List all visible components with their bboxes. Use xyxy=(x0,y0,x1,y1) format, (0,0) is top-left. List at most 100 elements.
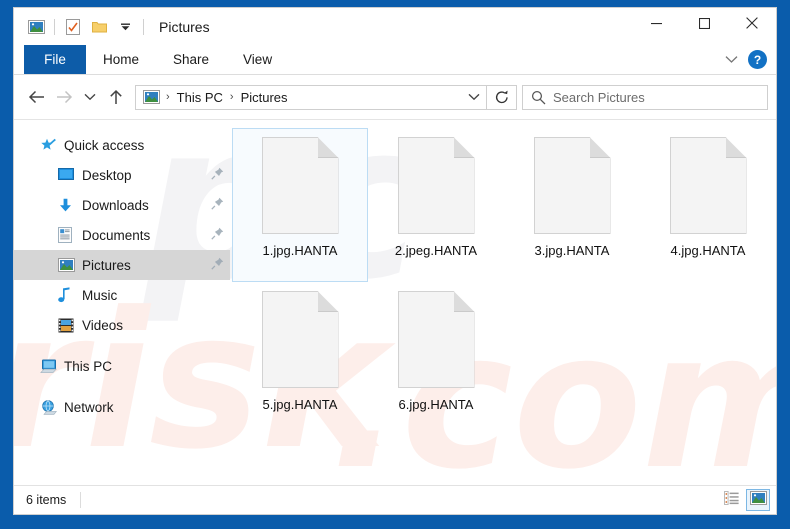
pin-icon[interactable] xyxy=(211,227,224,243)
maximize-button[interactable] xyxy=(680,8,728,38)
view-mode-buttons xyxy=(719,489,770,511)
sidebar-label-documents: Documents xyxy=(82,227,151,243)
sidebar-label-quick-access: Quick access xyxy=(64,137,145,153)
expand-ribbon-chevron-down-icon[interactable] xyxy=(720,49,742,71)
file-item[interactable]: 6.jpg.HANTA xyxy=(368,282,504,436)
sidebar-gap-2 xyxy=(14,381,230,392)
network-icon xyxy=(40,399,62,415)
address-dropdown-chevron-down-icon[interactable] xyxy=(462,93,486,101)
file-item[interactable]: 1.jpg.HANTA xyxy=(232,128,368,282)
details-view-button[interactable] xyxy=(719,489,743,511)
status-bar: 6 items xyxy=(14,485,776,514)
desktop-icon xyxy=(58,168,80,182)
pictures-icon xyxy=(58,258,80,272)
breadcrumb-separator-1[interactable]: › xyxy=(164,91,172,103)
file-item[interactable]: 4.jpg.HANTA xyxy=(640,128,776,282)
file-list-view[interactable]: 1.jpg.HANTA 2.jpeg.HANTA 3.jpg.HANTA 4.j… xyxy=(230,120,776,485)
sidebar-label-network: Network xyxy=(64,399,114,415)
explorer-body: pc risk .com Quick access xyxy=(14,119,776,485)
sidebar-gap-1 xyxy=(14,340,230,351)
sidebar-label-pictures: Pictures xyxy=(82,257,131,273)
sidebar-label-videos: Videos xyxy=(82,317,124,333)
music-icon xyxy=(58,287,80,303)
this-pc-icon xyxy=(40,359,62,374)
breadcrumb: › This PC › Pictures xyxy=(136,89,462,106)
sidebar-item-quick-access[interactable]: Quick access xyxy=(14,130,230,160)
sidebar-item-videos[interactable]: Videos xyxy=(14,310,230,340)
breadcrumb-separator-2[interactable]: › xyxy=(228,91,236,103)
properties-icon[interactable] xyxy=(60,15,86,39)
blank-document-icon xyxy=(397,291,475,388)
window-title: Pictures xyxy=(159,18,210,35)
qat-divider xyxy=(54,18,55,35)
file-name: 5.jpg.HANTA xyxy=(262,397,338,412)
sidebar-label-desktop: Desktop xyxy=(82,167,132,183)
pictures-folder-icon[interactable] xyxy=(23,15,49,39)
file-item[interactable]: 2.jpeg.HANTA xyxy=(368,128,504,282)
window-controls xyxy=(632,8,776,45)
file-grid: 1.jpg.HANTA 2.jpeg.HANTA 3.jpg.HANTA 4.j… xyxy=(232,128,776,436)
sidebar-item-documents[interactable]: Documents xyxy=(14,220,230,250)
pin-icon[interactable] xyxy=(211,197,224,213)
breadcrumb-pictures-folder-icon[interactable] xyxy=(141,90,163,104)
address-bar[interactable]: › This PC › Pictures xyxy=(135,84,487,110)
sidebar-item-downloads[interactable]: Downloads xyxy=(14,190,230,220)
address-bar-row: › This PC › Pictures Search Pictures xyxy=(14,75,776,119)
documents-icon xyxy=(58,227,80,243)
blank-document-icon xyxy=(261,137,339,234)
blank-document-icon xyxy=(397,137,475,234)
file-name: 1.jpg.HANTA xyxy=(262,243,338,258)
forward-button[interactable] xyxy=(50,82,78,112)
file-item[interactable]: 5.jpg.HANTA xyxy=(232,282,368,436)
recent-locations-chevron-down-icon[interactable] xyxy=(78,82,102,112)
file-name: 3.jpg.HANTA xyxy=(534,243,610,258)
sidebar-item-network[interactable]: Network xyxy=(14,392,230,422)
qat-title-divider xyxy=(143,18,144,35)
new-folder-icon[interactable] xyxy=(86,15,112,39)
breadcrumb-item-pictures[interactable]: Pictures xyxy=(237,89,292,106)
videos-icon xyxy=(58,318,80,333)
large-icons-view-icon xyxy=(749,490,767,510)
tab-view[interactable]: View xyxy=(226,45,289,74)
tab-file[interactable]: File xyxy=(24,45,86,74)
back-button[interactable] xyxy=(22,82,50,112)
search-input[interactable]: Search Pictures xyxy=(553,90,645,105)
details-view-icon xyxy=(723,490,739,510)
ribbon-right-controls: ? xyxy=(720,45,776,74)
title-bar: Pictures xyxy=(14,8,776,45)
blank-document-icon xyxy=(261,291,339,388)
breadcrumb-item-this-pc[interactable]: This PC xyxy=(173,89,227,106)
sidebar-label-downloads: Downloads xyxy=(82,197,149,213)
close-button[interactable] xyxy=(728,8,776,38)
tab-home[interactable]: Home xyxy=(86,45,156,74)
ribbon-tabs: File Home Share View ? xyxy=(14,45,776,75)
large-icons-view-button[interactable] xyxy=(746,489,770,511)
file-name: 4.jpg.HANTA xyxy=(670,243,746,258)
sidebar-item-music[interactable]: Music xyxy=(14,280,230,310)
sidebar-item-desktop[interactable]: Desktop xyxy=(14,160,230,190)
sidebar-item-pictures[interactable]: Pictures xyxy=(14,250,230,280)
quick-access-toolbar xyxy=(14,15,149,39)
sidebar-label-this-pc: This PC xyxy=(64,358,113,374)
item-count-label: 6 items xyxy=(26,493,67,507)
minimize-button[interactable] xyxy=(632,8,680,38)
explorer-window: Pictures File Home Share View ? › This P… xyxy=(13,7,777,515)
file-item[interactable]: 3.jpg.HANTA xyxy=(504,128,640,282)
tab-share[interactable]: Share xyxy=(156,45,226,74)
pin-icon[interactable] xyxy=(211,167,224,183)
search-icon xyxy=(523,90,553,105)
search-box[interactable]: Search Pictures xyxy=(522,84,768,110)
pin-icon[interactable] xyxy=(211,257,224,273)
star-pin-icon xyxy=(40,138,62,153)
blank-document-icon xyxy=(533,137,611,234)
status-divider xyxy=(80,492,82,508)
customize-qat-dropdown-icon[interactable] xyxy=(112,15,138,39)
up-button[interactable] xyxy=(102,82,130,112)
help-button[interactable]: ? xyxy=(748,50,767,69)
file-name: 2.jpeg.HANTA xyxy=(394,243,478,258)
sidebar-item-this-pc[interactable]: This PC xyxy=(14,351,230,381)
refresh-button[interactable] xyxy=(487,84,517,110)
file-name: 6.jpg.HANTA xyxy=(398,397,474,412)
sidebar-label-music: Music xyxy=(82,287,118,303)
navigation-pane[interactable]: Quick access Desktop Downloads Documents… xyxy=(14,120,230,485)
